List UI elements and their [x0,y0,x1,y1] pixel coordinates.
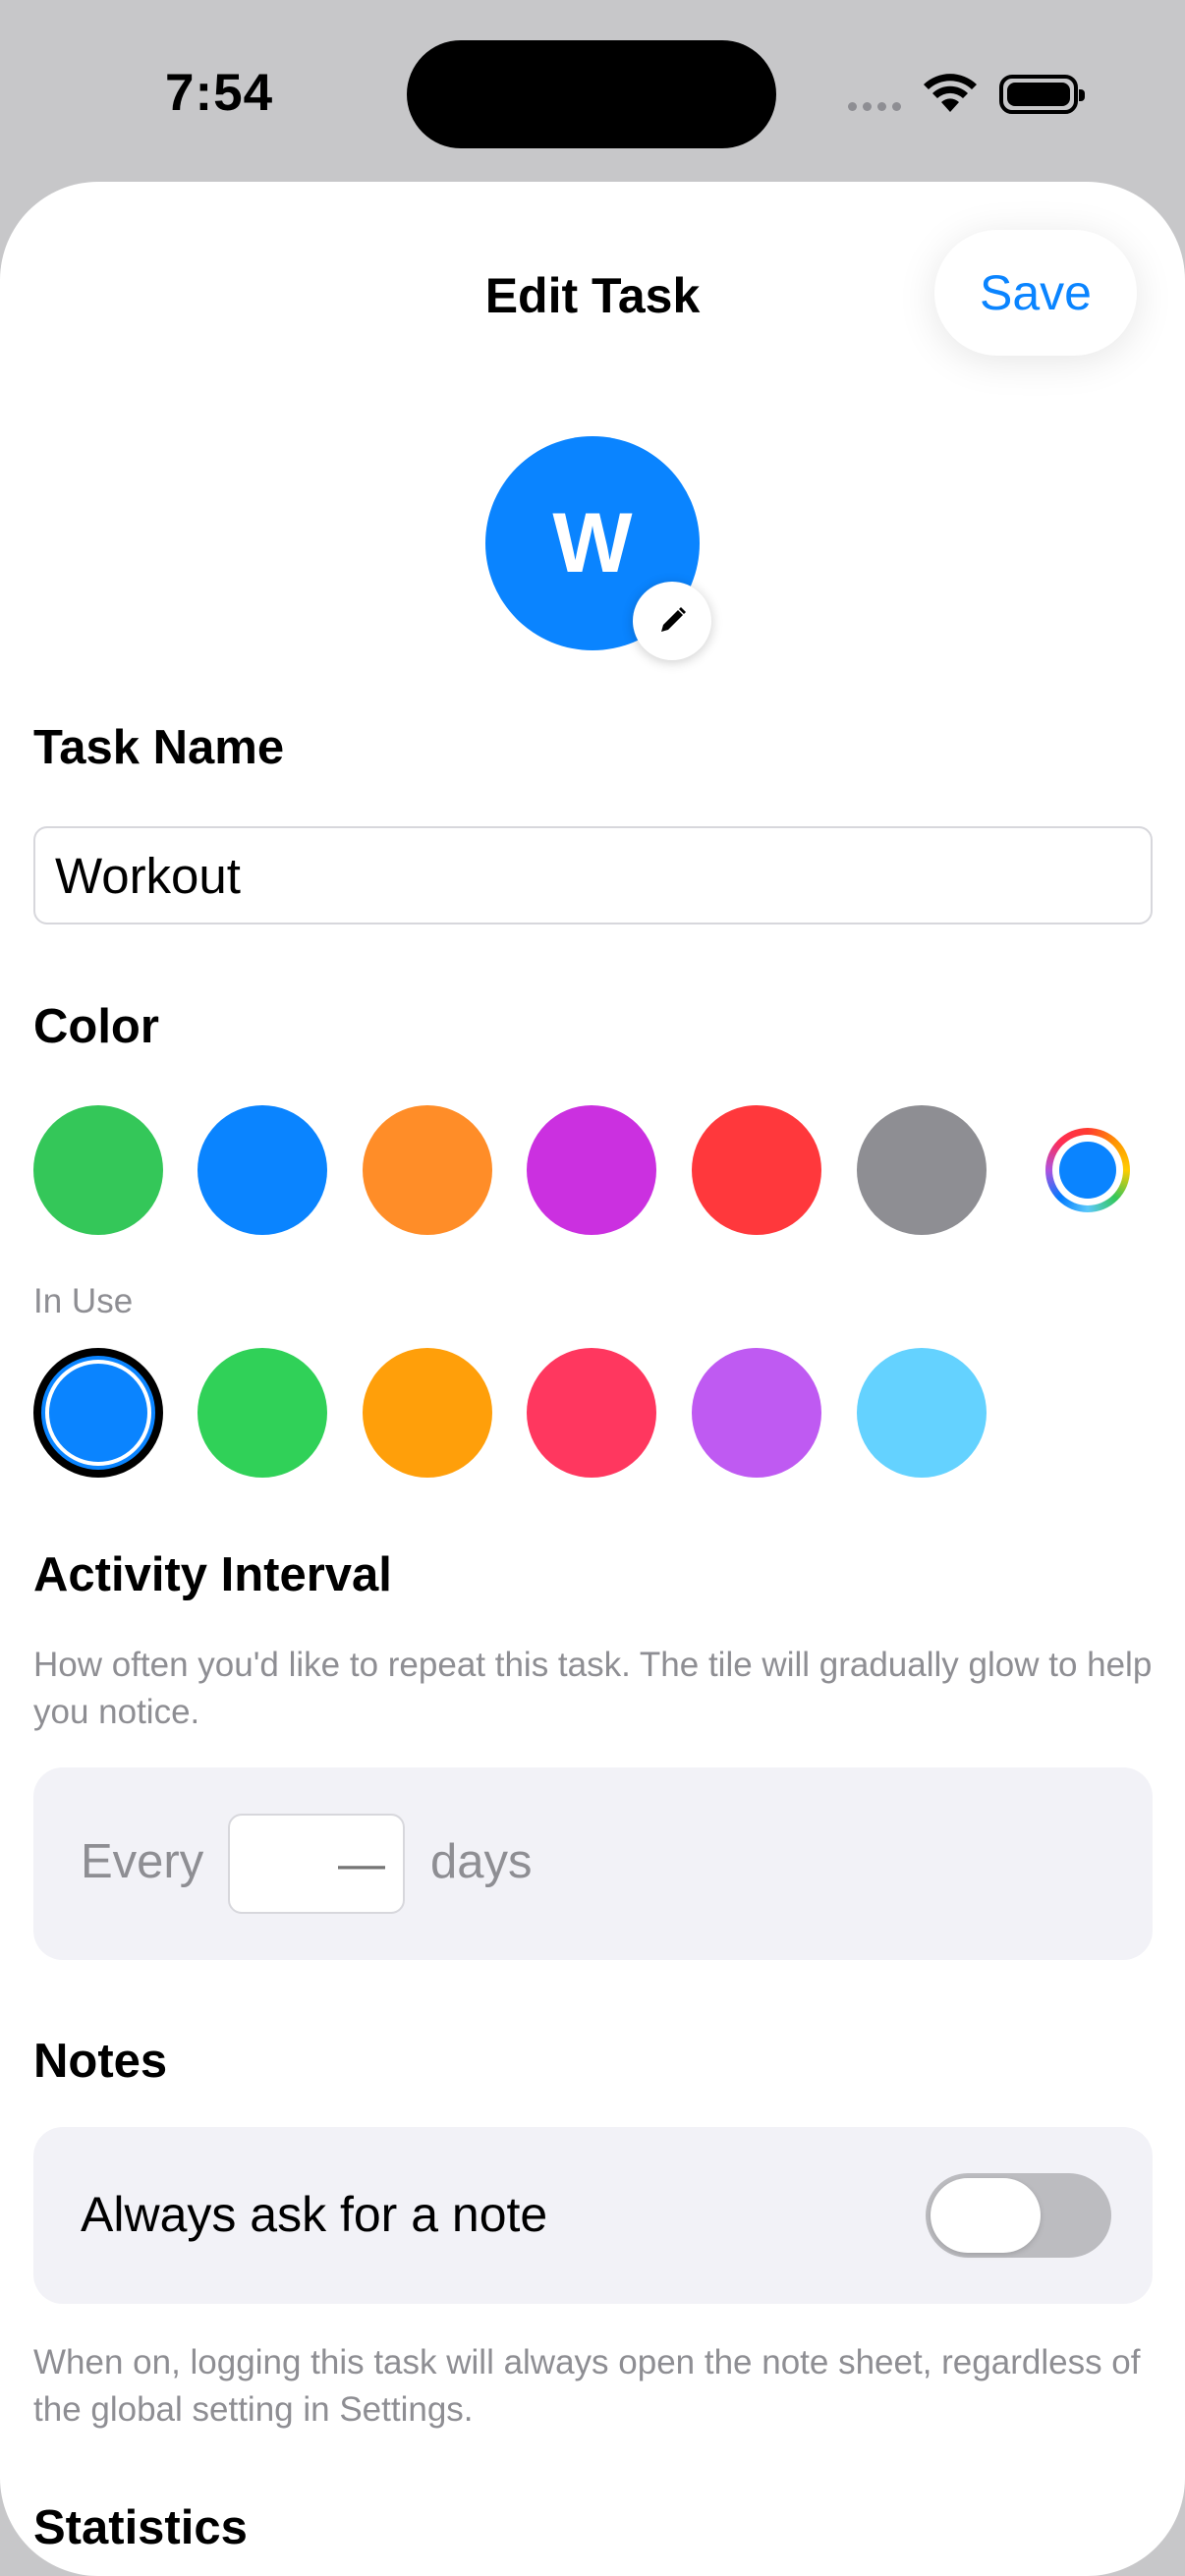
in-use-label: In Use [33,1282,134,1320]
statistics-title: Statistics [33,2501,248,2554]
interval-days-input[interactable] [228,1814,405,1914]
custom-color-picker-icon[interactable] [1045,1128,1130,1212]
days-label: days [430,1835,533,1888]
in-use-swatch[interactable] [692,1348,821,1478]
notes-title: Notes [33,2035,168,2088]
wifi-icon [924,74,977,112]
notes-help: When on, logging this task will always o… [33,2343,1141,2429]
always-ask-note-toggle[interactable] [926,2173,1111,2258]
in-use-swatch[interactable] [363,1348,492,1478]
in-use-swatch-selected[interactable] [33,1348,163,1478]
notes-card: Always ask for a note [33,2127,1153,2304]
in-use-swatch[interactable] [857,1348,987,1478]
task-name-label: Task Name [33,721,285,774]
color-swatch[interactable] [363,1105,492,1235]
status-bar: 7:54 [0,0,1185,187]
interval-card: Every days [33,1767,1153,1960]
edit-task-sheet: Edit Task Save W Task Name Color In Use … [0,182,1185,2576]
task-name-input[interactable] [33,826,1153,924]
color-swatch[interactable] [692,1105,821,1235]
activity-interval-title: Activity Interval [33,1548,392,1601]
dynamic-island [407,40,776,148]
cellular-signal-icon [848,102,901,111]
activity-interval-help: How often you'd like to repeat this task… [33,1646,1153,1731]
save-button[interactable]: Save [934,230,1137,356]
color-label: Color [33,1000,159,1053]
status-time: 7:54 [165,64,274,122]
avatar-letter: W [552,495,633,590]
in-use-swatch[interactable] [527,1348,656,1478]
toggle-knob [931,2178,1041,2253]
every-label: Every [81,1835,204,1888]
in-use-swatch[interactable] [198,1348,327,1478]
always-ask-note-label: Always ask for a note [81,2187,548,2242]
color-swatch[interactable] [857,1105,987,1235]
color-swatch[interactable] [527,1105,656,1235]
color-swatch[interactable] [33,1105,163,1235]
battery-icon [999,75,1085,114]
pencil-icon [661,607,686,632]
edit-avatar-button[interactable] [633,582,711,660]
color-swatch[interactable] [198,1105,327,1235]
